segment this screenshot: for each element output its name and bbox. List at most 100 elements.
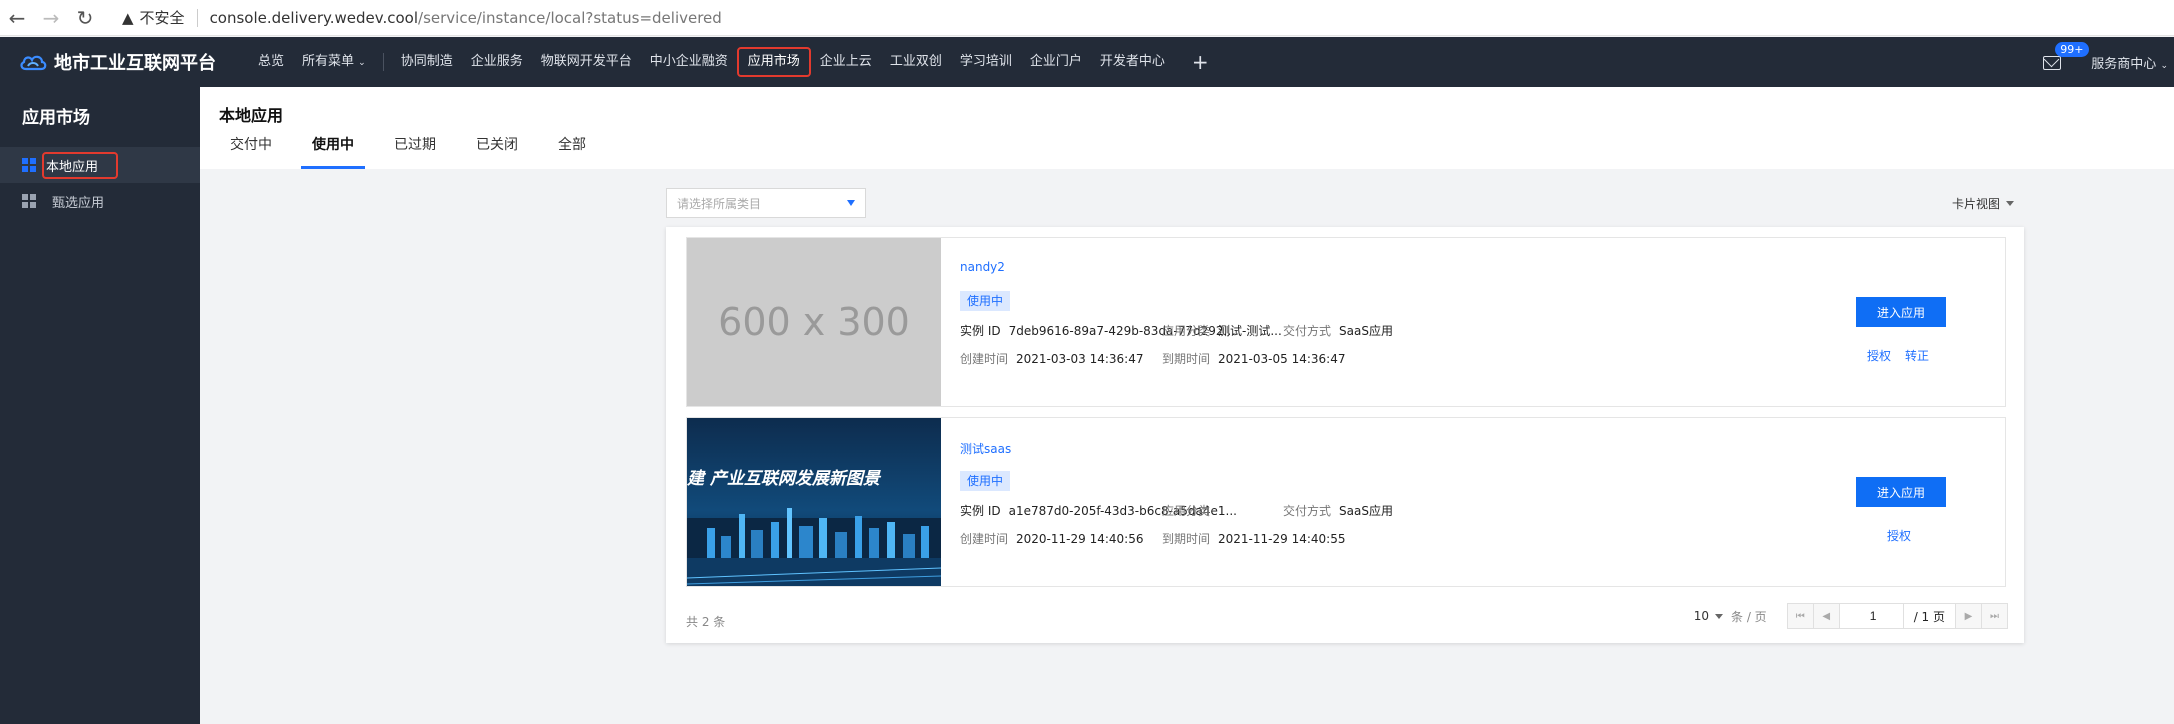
menu-iot-platform[interactable]: 物联网开发平台 (532, 47, 641, 77)
tab-delivering[interactable]: 交付中 (219, 135, 283, 169)
authorize-link[interactable]: 授权 (1867, 347, 1891, 364)
delivery-field: 交付方式 SaaS应用 (1283, 322, 1393, 339)
tab-all[interactable]: 全部 (547, 135, 597, 169)
tab-in-use[interactable]: 使用中 (301, 135, 365, 169)
thumbnail-placeholder-text: 600 x 300 (718, 300, 910, 344)
tab-closed[interactable]: 已关闭 (465, 135, 529, 169)
view-mode-dropdown[interactable]: 卡片视图 (1952, 195, 2014, 212)
app-name-link[interactable]: nandy2 (960, 260, 1005, 274)
field-label: 实例 ID (960, 504, 1001, 518)
menu-collab-manufacturing[interactable]: 协同制造 (392, 47, 462, 77)
enter-app-button[interactable]: 进入应用 (1856, 297, 1946, 327)
menu-industrial-innovation[interactable]: 工业双创 (881, 47, 951, 77)
message-button[interactable]: 99+ (2043, 42, 2089, 70)
page-size-unit: 条 / 页 (1731, 609, 1767, 624)
menu-app-market[interactable]: 应用市场 (736, 47, 811, 77)
card-actions: 授权 (1887, 527, 1925, 544)
field-label: 应用分类 (1162, 324, 1211, 338)
tab-expired[interactable]: 已过期 (383, 135, 447, 169)
account-menu[interactable]: 服务商中心 ⌄ (2091, 53, 2174, 72)
field-label: 到期时间 (1162, 352, 1211, 366)
total-count: 共 2 条 (686, 615, 726, 629)
back-arrow-icon[interactable]: ← (0, 0, 34, 36)
forward-arrow-icon[interactable]: → (34, 0, 68, 36)
platform-name: 地市工业互联网平台 (54, 53, 216, 74)
platform-logo[interactable]: 地市工业互联网平台 (18, 49, 223, 75)
page-title: 本地应用 (219, 106, 284, 125)
menu-all-menus[interactable]: 所有菜单 ⌄ (293, 47, 375, 77)
delivery-value: SaaS应用 (1339, 324, 1393, 338)
reload-icon[interactable]: ↻ (68, 0, 102, 36)
status-tabs: 交付中 使用中 已过期 已关闭 全部 (219, 135, 2174, 169)
page-size-value: 10 (1693, 609, 1709, 623)
menu-sme-financing[interactable]: 中小企业融资 (641, 47, 737, 77)
prev-page-icon[interactable]: ◀ (1813, 604, 1840, 628)
address-bar[interactable]: console.delivery.wedev.cool/service/inst… (210, 9, 722, 27)
page-header: 本地应用 交付中 使用中 已过期 已关闭 全部 (200, 87, 2174, 169)
url-host: console.delivery.wedev.cool (209, 8, 419, 27)
category-select[interactable]: 请选择所属类目 (666, 188, 866, 218)
topnav-right: 99+ 服务商中心 ⌄ (2043, 37, 2174, 87)
menu-divider (382, 53, 384, 71)
menu-learning[interactable]: 学习培训 (951, 47, 1021, 77)
top-navigation: 地市工业互联网平台 总览 所有菜单 ⌄ 协同制造 企业服务 物联网开发平台 中小… (0, 37, 2174, 87)
main-content: 本地应用 交付中 使用中 已过期 已关闭 全部 请选择所属类目 卡片视图 600… (200, 87, 2174, 724)
menu-enterprise-cloud[interactable]: 企业上云 (811, 47, 881, 77)
field-label: 应用分类 (1162, 504, 1211, 518)
sidebar-item-selected-apps[interactable]: 甄选应用 (0, 183, 200, 219)
grid-icon (22, 158, 36, 172)
created-time-value: 2021-03-03 14:36:47 (1016, 352, 1144, 366)
category-value: 测试-测试... (1218, 324, 1282, 338)
main-menu: 总览 所有菜单 ⌄ 协同制造 企业服务 物联网开发平台 中小企业融资 应用市场 … (249, 37, 1227, 87)
expire-time-field: 到期时间 2021-11-29 14:40:55 (1162, 530, 1345, 547)
cloud-logo-icon (20, 55, 47, 71)
status-badge: 使用中 (960, 471, 1011, 491)
app-name-link[interactable]: 测试saas (960, 440, 1011, 457)
card-actions: 授权 转正 (1867, 347, 1943, 364)
sidebar: 应用市场 本地应用 甄选应用 (0, 87, 200, 724)
field-label: 实例 ID (960, 324, 1001, 338)
grid-icon (22, 194, 36, 208)
last-page-icon[interactable]: ⏭ (1981, 604, 2007, 628)
sidebar-item-local-apps[interactable]: 本地应用 (0, 147, 200, 183)
view-mode-label: 卡片视图 (1951, 197, 2000, 211)
status-badge: 使用中 (960, 291, 1011, 311)
menu-enterprise-portal[interactable]: 企业门户 (1021, 47, 1091, 77)
expire-time-value: 2021-03-05 14:36:47 (1218, 352, 1346, 366)
filter-row: 请选择所属类目 卡片视图 (666, 188, 2024, 218)
enter-app-button[interactable]: 进入应用 (1856, 477, 1946, 507)
field-label: 交付方式 (1283, 324, 1332, 338)
warning-triangle-icon: ▲ (122, 8, 134, 27)
first-page-icon[interactable]: ⏮ (1787, 604, 1814, 628)
field-label: 创建时间 (960, 352, 1009, 366)
sidebar-title: 应用市场 (22, 108, 90, 128)
page-size-select[interactable]: 10 条 / 页 (1694, 608, 1767, 625)
field-label: 创建时间 (960, 532, 1009, 546)
app-list-panel: 600 x 300 nandy2 使用中 实例 ID 7deb9616-89a7-… (666, 227, 2024, 643)
field-label: 交付方式 (1283, 504, 1332, 518)
category-field: 应用分类 测试-测试... (1162, 322, 1282, 339)
authorize-link[interactable]: 授权 (1887, 527, 1911, 544)
convert-link[interactable]: 转正 (1905, 347, 1929, 364)
menu-all-menus-label: 所有菜单 (302, 54, 355, 69)
city-skyline-image (687, 508, 941, 586)
chevron-down-icon: ⌄ (2160, 60, 2168, 71)
security-indicator[interactable]: ▲ 不安全 (122, 7, 185, 28)
field-label: 到期时间 (1162, 532, 1211, 546)
account-label: 服务商中心 (2091, 56, 2157, 72)
add-menu-icon[interactable]: + (1174, 50, 1227, 74)
page-number-input[interactable] (1839, 604, 1904, 628)
menu-developer-center[interactable]: 开发者中心 (1091, 47, 1174, 77)
next-page-icon[interactable]: ▶ (1955, 604, 1981, 628)
url-divider (196, 8, 198, 27)
app-card: 600 x 300 nandy2 使用中 实例 ID 7deb9616-89a7-… (686, 237, 2006, 407)
app-thumbnail: 600 x 300 (687, 238, 941, 406)
menu-enterprise-services[interactable]: 企业服务 (462, 47, 532, 77)
page-navigator: ⏮ ◀ / 1 页 ▶ ⏭ (1786, 603, 2008, 629)
thumbnail-caption: 建 产业互联网发展新图景 (687, 469, 880, 489)
url-path: /service/instance/local?status=delivered (418, 8, 722, 27)
security-label: 不安全 (139, 9, 185, 27)
caret-down-icon (1715, 613, 1723, 619)
message-count-badge: 99+ (2055, 42, 2089, 57)
menu-overview[interactable]: 总览 (249, 47, 293, 77)
